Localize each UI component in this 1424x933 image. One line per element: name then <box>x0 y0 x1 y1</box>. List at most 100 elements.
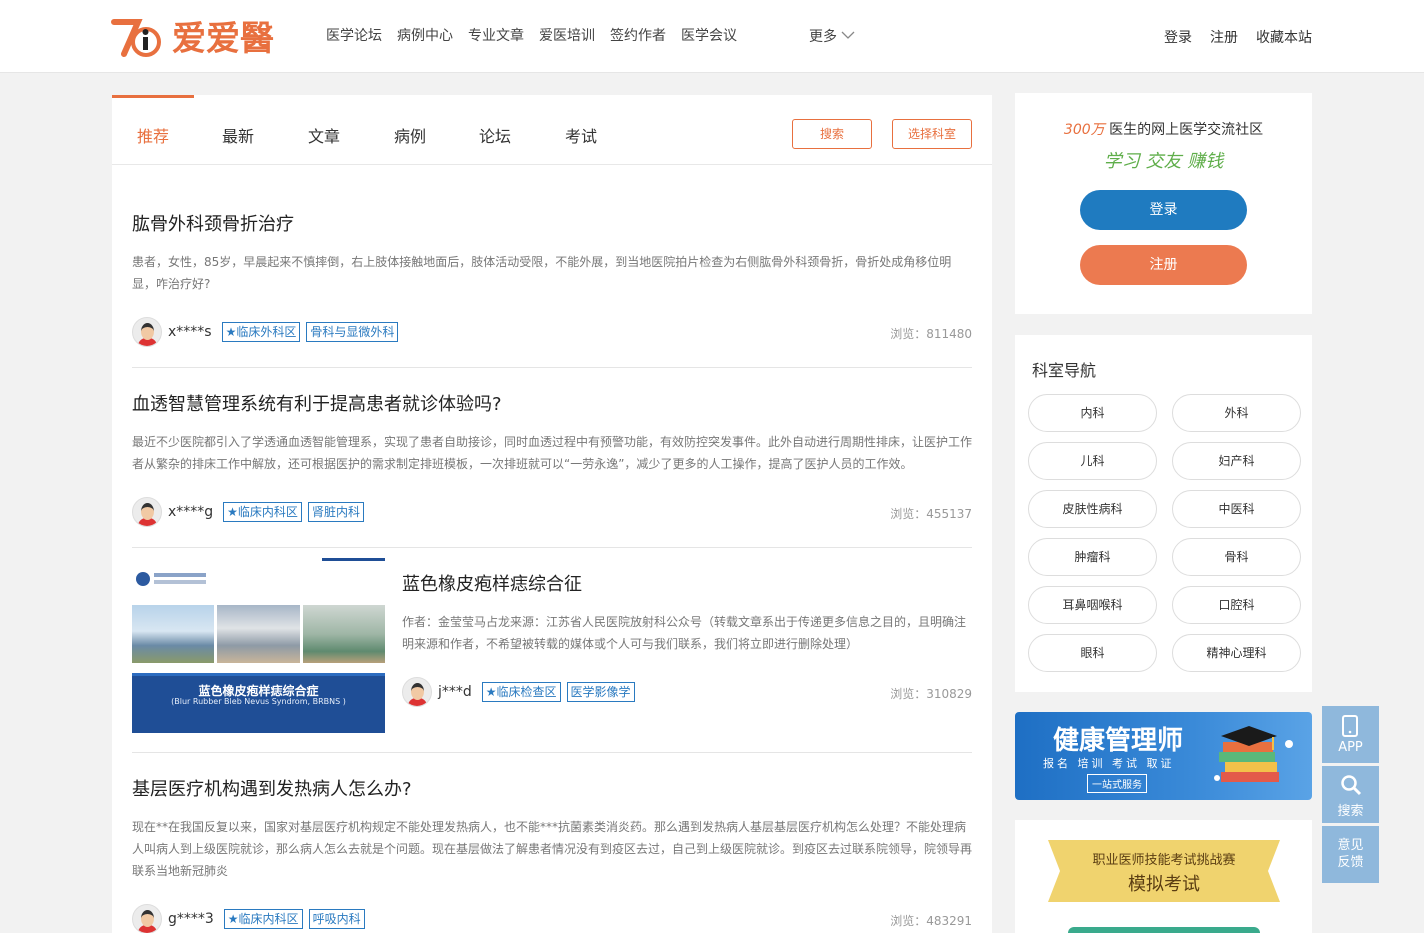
post-views: 浏览：483291 <box>890 914 972 928</box>
nav-item-cases[interactable]: 病例中心 <box>397 26 453 46</box>
thumb-banner: 蓝色橡皮疱样痣综合症 (Blur Rubber Bleb Nevus Syndr… <box>132 673 385 733</box>
feedback-label-1: 意见 <box>1337 838 1364 853</box>
list-item[interactable]: 血透智慧管理系统有利于提高患者就诊体验吗? 最近不少医院都引入了学透通血透智能管… <box>132 390 972 530</box>
post-views: 浏览：310829 <box>890 687 972 701</box>
list-item[interactable]: 蓝色橡皮疱样痣综合征 作者：金莹莹马占龙来源：江苏省人民医院放射科公众号（转载文… <box>402 570 972 710</box>
dept-surgery[interactable]: 外科 <box>1172 394 1301 432</box>
dept-stomatology[interactable]: 口腔科 <box>1172 586 1301 624</box>
thumb-subtitle: (Blur Rubber Bleb Nevus Syndrom, BRBNS ) <box>171 697 346 706</box>
post-tag[interactable]: ★临床内科区 <box>223 502 302 522</box>
tab-latest[interactable]: 最新 <box>222 123 254 147</box>
login-card: 300万 医生的网上医学交流社区 学习 交友 赚钱 登录 注册 <box>1015 93 1312 314</box>
post-excerpt: 患者，女性，85岁，早晨起来不慎摔倒，右上肢体接触地面后，肢体活动受限，不能外展… <box>132 255 952 291</box>
post-author[interactable]: g****3 <box>168 911 214 927</box>
sidebar-register-button[interactable]: 注册 <box>1080 245 1247 285</box>
dept-ophthalmology[interactable]: 眼科 <box>1028 634 1157 672</box>
app-download-button[interactable]: APP <box>1322 706 1379 763</box>
divider <box>132 547 972 548</box>
post-tag[interactable]: ★临床检查区 <box>481 682 561 702</box>
dept-ent[interactable]: 耳鼻咽喉科 <box>1028 586 1157 624</box>
tab-forum[interactable]: 论坛 <box>479 123 511 147</box>
top-bar: 爱爱醫 医学论坛 病例中心 专业文章 爱医培训 签约作者 医学会议 更多 登录 … <box>0 0 1424 73</box>
books-graduation-icon <box>1211 724 1301 794</box>
list-item[interactable]: 肱骨外科颈骨折治疗 患者，女性，85岁，早晨起来不慎摔倒，右上肢体接触地面后，肢… <box>132 210 972 350</box>
avatar[interactable] <box>402 677 432 707</box>
sidebar-login-button[interactable]: 登录 <box>1080 190 1247 230</box>
post-meta: x****g ★临床内科区 肾脏内科 <box>132 497 364 527</box>
feedback-button[interactable]: 意见 反馈 <box>1322 826 1379 883</box>
post-title[interactable]: 血透智慧管理系统有利于提高患者就诊体验吗? <box>132 390 502 416</box>
search-button[interactable]: 搜索 <box>792 119 872 149</box>
post-tag[interactable]: ★临床内科区 <box>223 909 303 929</box>
feed-panel: 推荐 最新 文章 病例 论坛 考试 搜索 选择科室 肱骨外科颈骨折治疗 患者，女… <box>112 95 992 933</box>
dept-nav: 科室导航 内科 外科 儿科 妇产科 皮肤性病科 中医科 肿瘤科 骨科 耳鼻咽喉科… <box>1015 335 1312 692</box>
tab-cases[interactable]: 病例 <box>394 123 426 147</box>
tab-exam[interactable]: 考试 <box>565 123 597 147</box>
post-tag[interactable]: 呼吸内科 <box>308 909 365 929</box>
search-label: 搜索 <box>1337 804 1364 819</box>
nav-more[interactable]: 更多 <box>809 26 855 46</box>
thumb-header <box>132 558 385 605</box>
exam-ribbon[interactable]: 职业医师技能考试挑战赛 模拟考试 <box>1048 840 1280 902</box>
main-nav: 医学论坛 病例中心 专业文章 爱医培训 签约作者 医学会议 <box>326 26 737 46</box>
post-tag[interactable]: 肾脏内科 <box>307 502 364 522</box>
tab-recommend[interactable]: 推荐 <box>137 123 169 147</box>
tab-articles[interactable]: 文章 <box>308 123 340 147</box>
divider <box>132 367 972 368</box>
nav-item-authors[interactable]: 签约作者 <box>610 26 666 46</box>
svg-text:爱爱醫: 爱爱醫 <box>172 19 274 59</box>
health-manager-ad[interactable]: 健康管理师 报名 培训 考试 取证 一站式服务 <box>1015 712 1312 800</box>
post-author[interactable]: x****s <box>168 324 212 340</box>
avatar[interactable] <box>132 317 162 347</box>
slogan-text: 医生的网上医学交流社区 <box>1109 122 1264 138</box>
login-link[interactable]: 登录 <box>1164 27 1192 47</box>
post-title[interactable]: 蓝色橡皮疱样痣综合征 <box>402 570 582 596</box>
nav-item-forum[interactable]: 医学论坛 <box>326 26 382 46</box>
post-excerpt: 作者：金莹莹马占龙来源：江苏省人民医院放射科公众号（转载文章系出于传递更多信息之… <box>402 615 967 651</box>
dept-pediatrics[interactable]: 儿科 <box>1028 442 1157 480</box>
avatar[interactable] <box>132 497 162 527</box>
dept-oncology[interactable]: 肿瘤科 <box>1028 538 1157 576</box>
post-views: 浏览：455137 <box>890 507 972 521</box>
nav-item-articles[interactable]: 专业文章 <box>468 26 524 46</box>
post-meta: j***d ★临床检查区 医学影像学 <box>402 677 635 707</box>
ad-subtitle: 报名 培训 考试 取证 <box>1043 757 1175 770</box>
app-label: APP <box>1338 740 1363 755</box>
site-logo[interactable]: 爱爱醫 <box>110 10 300 64</box>
feedback-label-2: 反馈 <box>1337 855 1364 870</box>
post-tag[interactable]: 骨科与显微外科 <box>306 322 399 342</box>
post-excerpt: 现在**在我国反复以来，国家对基层医疗机构规定不能处理发热病人，也不能***抗菌… <box>132 820 973 878</box>
avatar[interactable] <box>132 904 162 933</box>
dept-nav-title: 科室导航 <box>1032 361 1097 380</box>
nav-item-meetings[interactable]: 医学会议 <box>681 26 737 46</box>
post-tag[interactable]: ★临床外科区 <box>221 322 301 342</box>
dept-psychiatry[interactable]: 精神心理科 <box>1172 634 1301 672</box>
exam-card: 职业医师技能考试挑战赛 模拟考试 <box>1015 820 1312 933</box>
bookmark-link[interactable]: 收藏本站 <box>1256 27 1312 47</box>
post-title[interactable]: 肱骨外科颈骨折治疗 <box>132 210 294 236</box>
exam-title: 职业医师技能考试挑战赛 <box>1092 853 1236 868</box>
nav-item-training[interactable]: 爱医培训 <box>539 26 595 46</box>
post-title[interactable]: 基层医疗机构遇到发热病人怎么办? <box>132 775 412 801</box>
post-tag[interactable]: 医学影像学 <box>566 682 635 702</box>
dept-obgyn[interactable]: 妇产科 <box>1172 442 1301 480</box>
list-item[interactable]: 基层医疗机构遇到发热病人怎么办? 现在**在我国反复以来，国家对基层医疗机构规定… <box>132 775 972 933</box>
active-tab-indicator <box>112 95 194 98</box>
slogan-sub: 学习 交友 赚钱 <box>1103 151 1224 172</box>
slogan: 300万 医生的网上医学交流社区 <box>1015 119 1312 139</box>
post-thumbnail[interactable]: 蓝色橡皮疱样痣综合症 (Blur Rubber Bleb Nevus Syndr… <box>132 558 385 733</box>
float-search-button[interactable]: 搜索 <box>1322 766 1379 823</box>
exam-start-button[interactable] <box>1068 927 1260 933</box>
post-meta: g****3 ★临床内科区 呼吸内科 <box>132 904 365 933</box>
post-author[interactable]: j***d <box>438 684 472 700</box>
dept-tcm[interactable]: 中医科 <box>1172 490 1301 528</box>
choose-dept-button[interactable]: 选择科室 <box>892 119 972 149</box>
post-author[interactable]: x****g <box>168 504 213 520</box>
dept-dermatology[interactable]: 皮肤性病科 <box>1028 490 1157 528</box>
post-meta: x****s ★临床外科区 骨科与显微外科 <box>132 317 399 347</box>
thumb-photos <box>132 605 385 663</box>
register-link[interactable]: 注册 <box>1210 27 1238 47</box>
dept-orthopedics[interactable]: 骨科 <box>1172 538 1301 576</box>
dept-internal[interactable]: 内科 <box>1028 394 1157 432</box>
post-excerpt: 最近不少医院都引入了学透通血透智能管理系，实现了患者自助接诊，同时血透过程中有预… <box>132 435 973 471</box>
